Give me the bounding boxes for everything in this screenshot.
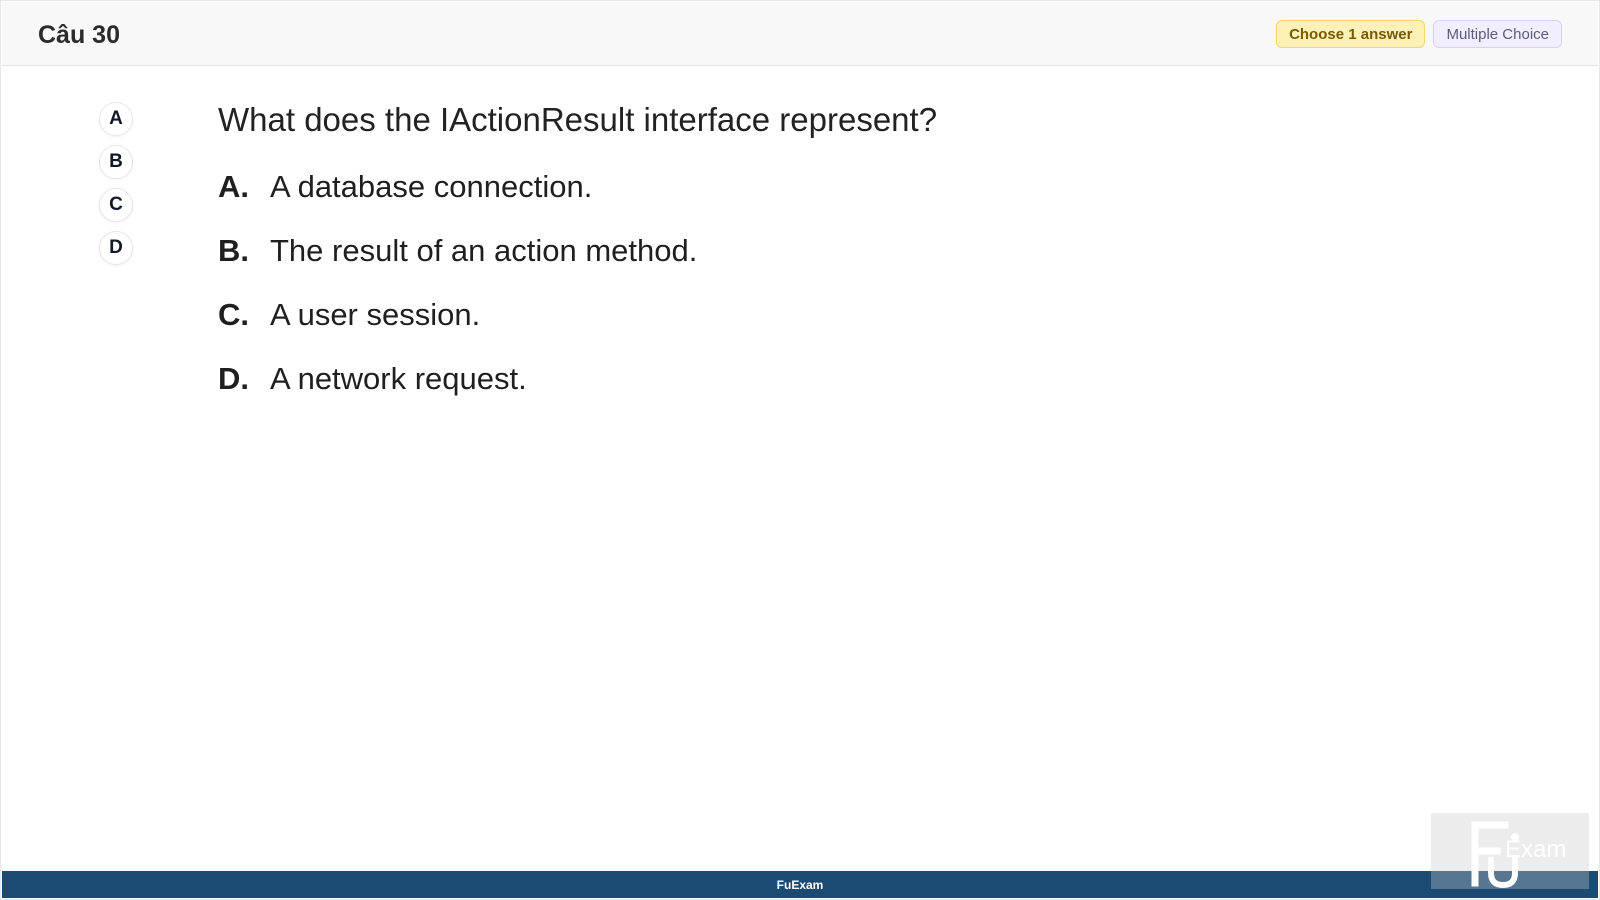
answer-selector: A B C D: [99, 102, 133, 265]
option-letter: A.: [218, 169, 249, 204]
footer-brand: FuExam: [776, 877, 824, 892]
choose-answer-badge: Choose 1 answer: [1276, 20, 1426, 48]
question-header: Câu 30 Choose 1 answer Multiple Choice: [2, 2, 1598, 66]
question-text: What does the IActionResult interface re…: [218, 101, 938, 138]
answer-button-b[interactable]: B: [99, 145, 133, 179]
option-text: A network request.: [270, 361, 527, 396]
question-type-badge: Multiple Choice: [1433, 20, 1562, 48]
answer-button-d[interactable]: D: [99, 231, 133, 265]
option-c[interactable]: C. A user session.: [218, 297, 697, 361]
watermark-text: Exam: [1505, 836, 1566, 863]
option-b[interactable]: B. The result of an action method.: [218, 233, 697, 297]
option-text: A user session.: [270, 297, 481, 332]
option-a[interactable]: A. A database connection.: [218, 169, 697, 233]
footer-bar: FuExam: [2, 871, 1598, 898]
option-text: A database connection.: [270, 169, 593, 204]
option-d[interactable]: D. A network request.: [218, 361, 697, 425]
badge-group: Choose 1 answer Multiple Choice: [1276, 20, 1562, 48]
option-list: A. A database connection. B. The result …: [218, 169, 697, 425]
exam-page: Câu 30 Choose 1 answer Multiple Choice A…: [0, 0, 1600, 900]
answer-button-c[interactable]: C: [99, 188, 133, 222]
option-letter: D.: [218, 361, 249, 396]
option-text: The result of an action method.: [270, 233, 698, 268]
option-letter: C.: [218, 297, 249, 332]
fuexam-watermark-logo: Exam: [1431, 813, 1589, 889]
question-number: Câu 30: [38, 21, 120, 49]
answer-button-a[interactable]: A: [99, 102, 133, 136]
option-letter: B.: [218, 233, 249, 268]
